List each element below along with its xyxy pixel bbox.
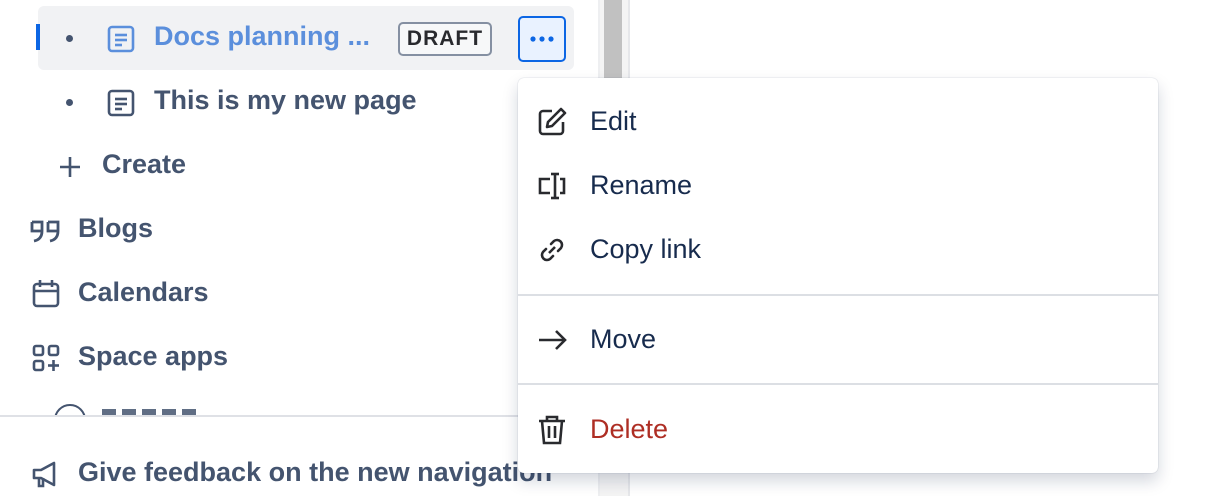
- create-button[interactable]: Create: [0, 134, 600, 198]
- sidebar-item-label: Blogs: [78, 213, 154, 243]
- pencil-icon: [534, 104, 570, 140]
- page-tree-item[interactable]: This is my new page: [0, 70, 600, 134]
- sidebar-item-blogs[interactable]: Blogs: [0, 198, 600, 262]
- sidebar-item-calendars[interactable]: Calendars: [0, 262, 600, 326]
- menu-item-label: Copy link: [590, 234, 702, 264]
- apps-add-icon: [28, 340, 64, 376]
- menu-item-label: Delete: [590, 414, 669, 444]
- megaphone-icon: [28, 456, 64, 492]
- calendar-icon: [28, 276, 64, 312]
- menu-item-copy-link[interactable]: Copy link: [518, 218, 1158, 282]
- give-feedback-button[interactable]: Give feedback on the new navigation: [0, 442, 600, 496]
- sidebar-item-space-apps[interactable]: Space apps: [0, 326, 600, 390]
- page-icon: [104, 86, 138, 120]
- page-title-link[interactable]: Docs planning ...: [154, 21, 370, 52]
- clipped-item-label: [102, 404, 198, 415]
- page-icon: [104, 22, 138, 56]
- link-icon: [534, 232, 570, 268]
- sidebar-item-label: Space apps: [78, 341, 229, 371]
- menu-item-delete[interactable]: Delete: [518, 398, 1158, 462]
- create-label: Create: [102, 149, 187, 179]
- menu-item-label: Rename: [590, 170, 693, 200]
- arrow-right-icon: [534, 322, 570, 358]
- sidebar: Docs planning ... DRAFT This is my new p…: [0, 0, 600, 496]
- menu-item-rename[interactable]: Rename: [518, 154, 1158, 218]
- menu-item-label: Edit: [590, 106, 637, 136]
- trash-icon: [534, 412, 570, 448]
- menu-item-label: Move: [590, 324, 657, 354]
- sidebar-item-label: Calendars: [78, 277, 209, 307]
- feedback-label: Give feedback on the new navigation: [78, 457, 553, 487]
- menu-item-move[interactable]: Move: [518, 308, 1158, 372]
- page-title-link[interactable]: This is my new page: [154, 85, 417, 116]
- menu-divider: [518, 294, 1158, 296]
- page-actions-menu: Edit Rename Copy link Move Delete: [518, 78, 1158, 473]
- menu-divider: [518, 383, 1158, 385]
- page-tree-row: Docs planning ...: [0, 6, 600, 70]
- plus-icon: [56, 150, 84, 184]
- menu-item-edit[interactable]: Edit: [518, 90, 1158, 154]
- draft-badge: DRAFT: [398, 22, 492, 56]
- ellipsis-icon: [530, 36, 554, 42]
- rename-icon: [534, 168, 570, 204]
- more-actions-button[interactable]: [518, 16, 566, 62]
- quote-icon: [28, 214, 64, 248]
